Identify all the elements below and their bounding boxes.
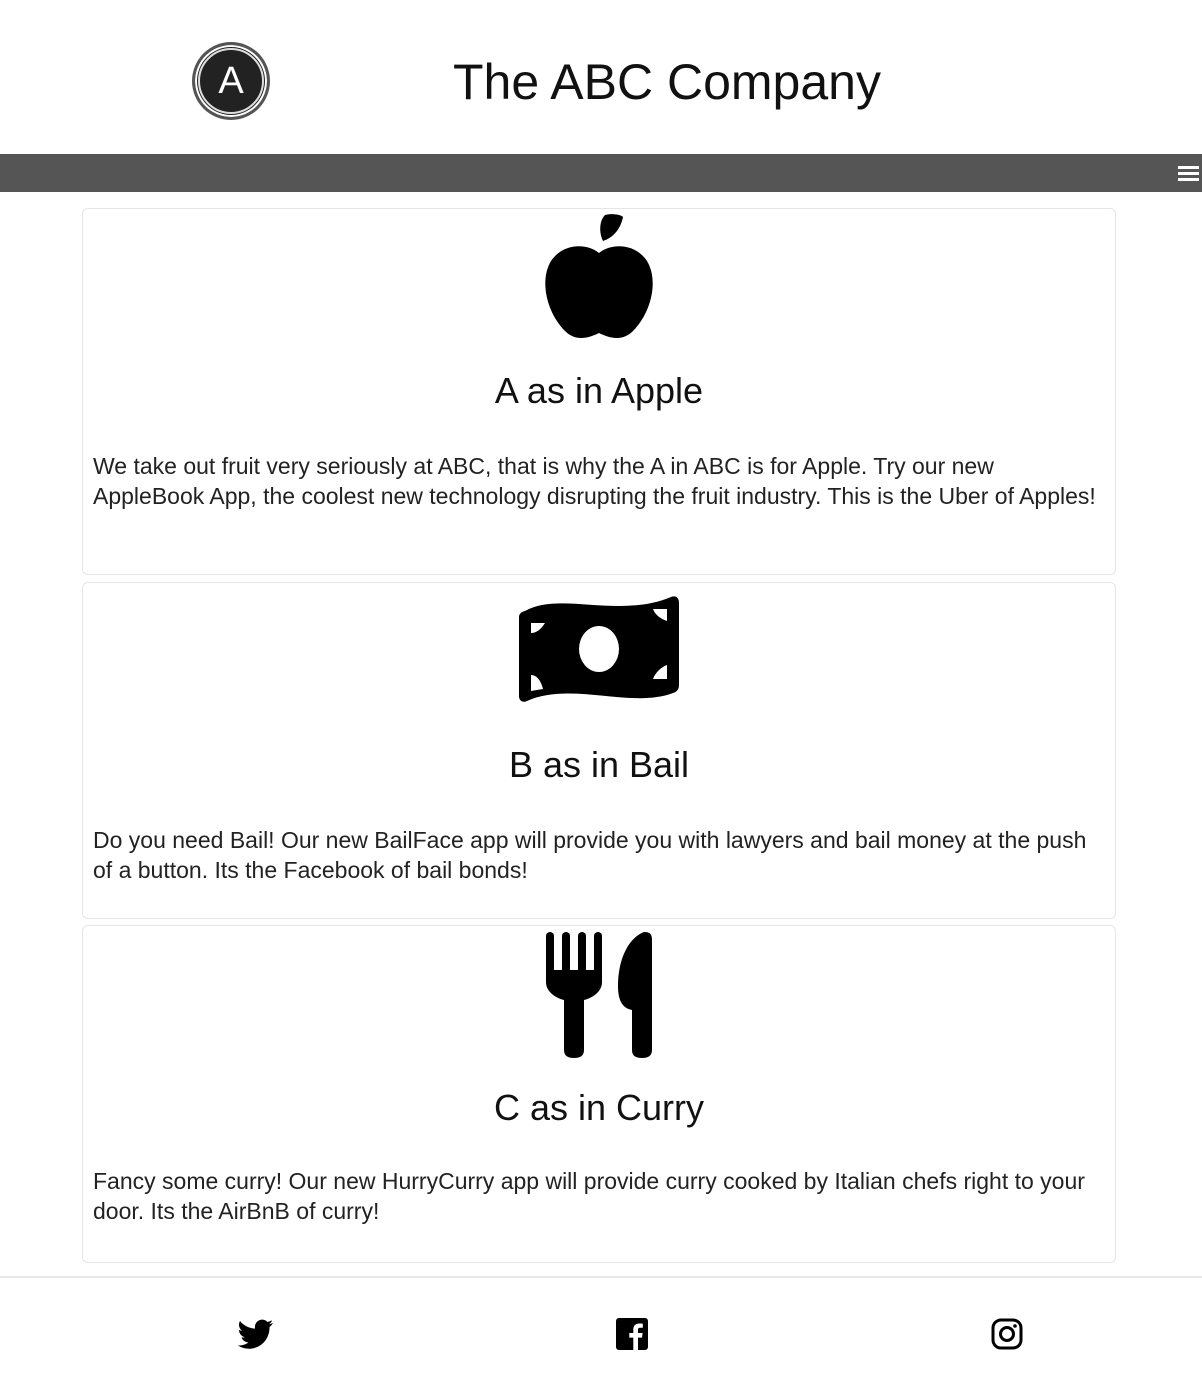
instagram-icon[interactable] xyxy=(987,1314,1027,1354)
card-title: C as in Curry xyxy=(493,1087,705,1128)
feature-card-curry: C as in Curry Fancy some curry! Our new … xyxy=(82,925,1116,1263)
site-footer xyxy=(0,1276,1202,1382)
card-description: We take out fruit very seriously at ABC,… xyxy=(93,453,1096,509)
twitter-icon[interactable] xyxy=(236,1314,276,1354)
hamburger-menu-icon[interactable] xyxy=(1178,166,1199,182)
site-header: A The ABC Company xyxy=(0,0,1202,154)
card-description: Fancy some curry! Our new HurryCurry app… xyxy=(93,1168,1085,1224)
apple-icon xyxy=(83,213,1115,341)
money-bill-icon xyxy=(83,593,1115,705)
company-logo[interactable]: A xyxy=(193,43,269,119)
card-description: Do you need Bail! Our new BailFace app w… xyxy=(93,827,1087,883)
page-title: The ABC Company xyxy=(453,54,881,110)
logo-letter: A xyxy=(198,48,264,114)
facebook-icon[interactable] xyxy=(612,1314,652,1354)
feature-card-apple: A as in Apple We take out fruit very ser… xyxy=(82,208,1116,575)
feature-card-bail: B as in Bail Do you need Bail! Our new B… xyxy=(82,582,1116,919)
fork-knife-icon xyxy=(83,930,1115,1058)
card-title: A as in Apple xyxy=(494,370,704,411)
card-title: B as in Bail xyxy=(508,744,690,785)
navigation-bar xyxy=(0,154,1202,192)
